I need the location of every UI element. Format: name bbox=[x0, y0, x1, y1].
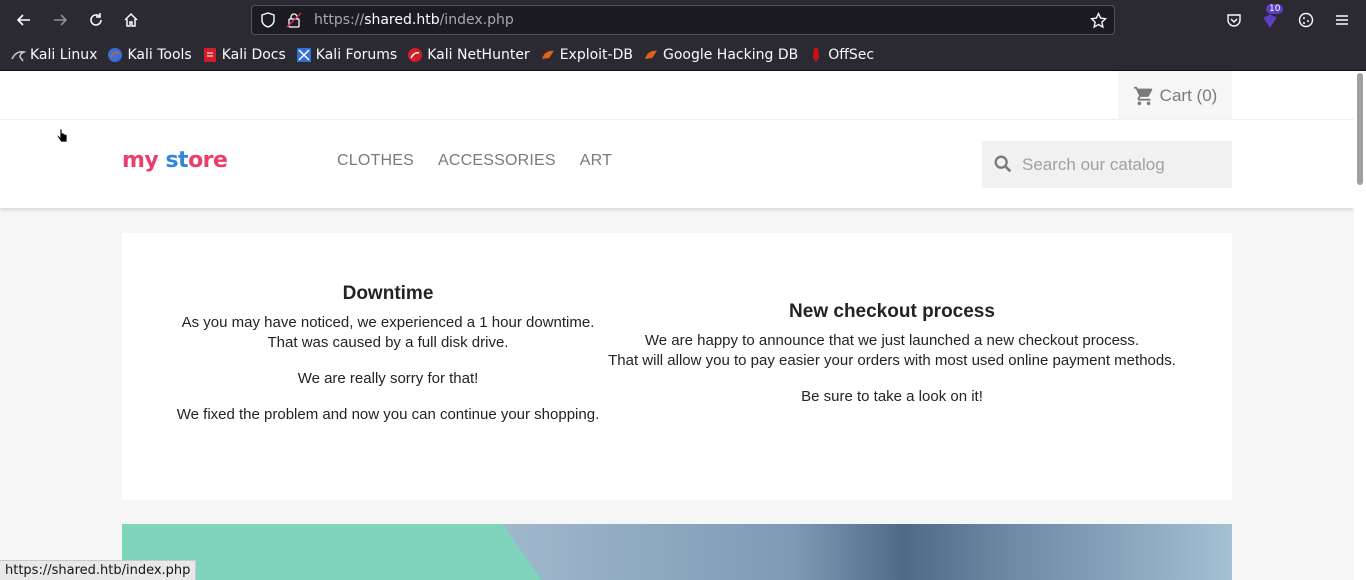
back-arrow-icon bbox=[16, 14, 30, 26]
logo-part: ore bbox=[188, 148, 228, 173]
url-text[interactable]: https://shared.htb/index.php bbox=[314, 12, 514, 28]
pocket-icon bbox=[1227, 14, 1241, 27]
bookmark-exploit-db[interactable]: Exploit-DB bbox=[540, 47, 633, 63]
bookmark-kali-docs[interactable]: Kali Docs bbox=[202, 47, 286, 63]
extension-badge: 10 bbox=[1266, 4, 1284, 14]
hamburger-icon bbox=[1336, 15, 1348, 25]
checkout-title: New checkout process bbox=[789, 301, 995, 322]
bookmark-label: Kali Forums bbox=[315, 46, 398, 63]
downtime-paragraph-1: As you may have noticed, we experienced … bbox=[122, 313, 654, 353]
cookie-icon bbox=[1298, 12, 1314, 28]
ghdb-icon bbox=[644, 50, 657, 59]
home-button[interactable] bbox=[117, 6, 145, 34]
browser-toolbar: https://shared.htb/index.php 10 bbox=[0, 0, 1366, 39]
extension-button[interactable]: 10 bbox=[1256, 4, 1284, 34]
store-logo[interactable]: my store bbox=[122, 148, 228, 173]
bookmark-star-icon[interactable] bbox=[1090, 12, 1107, 29]
site-header: my store CLOTHES ACCESSORIES ART bbox=[0, 120, 1354, 208]
bookmark-label: Kali Linux bbox=[30, 46, 98, 63]
checkout-column: New checkout process We are happy to ann… bbox=[592, 302, 1192, 423]
link-status-bar: https://shared.htb/index.php bbox=[0, 560, 197, 580]
hero-banner-image[interactable] bbox=[122, 524, 1232, 580]
url-host: shared.htb bbox=[364, 12, 440, 28]
checkout-line-2: That will allow you to pay easier your o… bbox=[608, 352, 1176, 369]
bookmark-label: Google Hacking DB bbox=[662, 46, 799, 63]
checkout-paragraph-2: Be sure to take a look on it! bbox=[801, 388, 983, 405]
logo-part: my bbox=[122, 148, 159, 173]
bookmark-label: Exploit-DB bbox=[559, 46, 633, 63]
cart-button[interactable]: Cart (0) bbox=[1118, 71, 1232, 120]
bookmark-offsec[interactable]: OffSec bbox=[808, 47, 874, 63]
forward-arrow-icon bbox=[54, 14, 68, 26]
kali-docs-icon bbox=[203, 47, 216, 62]
exploit-db-icon bbox=[541, 50, 554, 59]
bookmark-label: Kali NetHunter bbox=[427, 46, 530, 63]
cart-label: Cart bbox=[1159, 85, 1192, 105]
bookmark-kali-linux[interactable]: Kali Linux bbox=[10, 47, 97, 63]
menu-button[interactable] bbox=[1328, 6, 1356, 34]
pocket-button[interactable] bbox=[1220, 6, 1248, 34]
shopping-cart-icon bbox=[1133, 86, 1152, 105]
bookmark-label: OffSec bbox=[828, 46, 875, 63]
reload-icon bbox=[90, 13, 102, 26]
cart-count: (0) bbox=[1196, 85, 1218, 105]
kali-tools-icon bbox=[108, 47, 123, 62]
logo-part: st bbox=[165, 148, 189, 173]
site-topbar: Cart (0) bbox=[0, 71, 1354, 120]
cookie-extension-button[interactable] bbox=[1292, 6, 1320, 34]
kali-nethunter-icon bbox=[408, 47, 423, 62]
offsec-icon bbox=[813, 47, 820, 62]
url-path: /index.php bbox=[439, 12, 514, 28]
custom-text-block: Downtime As you may have noticed, we exp… bbox=[122, 233, 1232, 500]
downtime-line-1: As you may have noticed, we experienced … bbox=[181, 314, 595, 331]
menu-item-art[interactable]: ART bbox=[580, 152, 612, 170]
insecure-lock-icon[interactable] bbox=[286, 12, 302, 28]
bookmark-kali-nethunter[interactable]: Kali NetHunter bbox=[407, 46, 530, 63]
menu-item-clothes[interactable]: CLOTHES bbox=[337, 152, 414, 170]
bookmark-kali-forums[interactable]: Kali Forums bbox=[296, 47, 397, 63]
shield-icon bbox=[261, 12, 275, 28]
url-bar[interactable]: https://shared.htb/index.php bbox=[251, 5, 1115, 35]
bookmark-label: Kali Docs bbox=[221, 46, 286, 63]
home-icon bbox=[124, 12, 138, 27]
menu-item-accessories[interactable]: ACCESSORIES bbox=[438, 152, 556, 170]
kali-dragon-icon bbox=[11, 50, 26, 61]
reload-button[interactable] bbox=[82, 6, 110, 34]
bookmark-label: Kali Tools bbox=[127, 46, 192, 63]
checkout-line-1: We are happy to announce that we just la… bbox=[644, 332, 1140, 349]
search-widget bbox=[982, 141, 1232, 188]
main-menu: CLOTHES ACCESSORIES ART bbox=[337, 152, 636, 170]
search-input[interactable] bbox=[1022, 141, 1222, 188]
bookmarks-bar: Kali Linux Kali Tools Kali Docs Kali For… bbox=[0, 39, 1366, 71]
page-scrollbar[interactable] bbox=[1354, 71, 1366, 580]
search-icon[interactable] bbox=[992, 153, 1014, 175]
downtime-column: Downtime As you may have noticed, we exp… bbox=[122, 284, 654, 441]
downtime-paragraph-2: We are really sorry for that! bbox=[297, 370, 479, 387]
kali-forums-icon bbox=[296, 47, 311, 62]
back-button[interactable] bbox=[10, 6, 38, 34]
hand-cursor-icon bbox=[56, 128, 68, 143]
bookmark-kali-tools[interactable]: Kali Tools bbox=[107, 46, 192, 63]
forward-button[interactable] bbox=[46, 6, 74, 34]
downtime-line-2: That was caused by a full disk drive. bbox=[267, 334, 509, 351]
url-scheme: https:// bbox=[314, 12, 365, 28]
downtime-title: Downtime bbox=[342, 283, 434, 304]
bookmark-google-hacking-db[interactable]: Google Hacking DB bbox=[643, 47, 798, 63]
checkout-paragraph-1: We are happy to announce that we just la… bbox=[592, 331, 1192, 371]
scrollbar-thumb[interactable] bbox=[1357, 73, 1363, 185]
banner-denim-photo bbox=[502, 524, 1232, 580]
downtime-paragraph-3: We fixed the problem and now you can con… bbox=[176, 406, 600, 423]
